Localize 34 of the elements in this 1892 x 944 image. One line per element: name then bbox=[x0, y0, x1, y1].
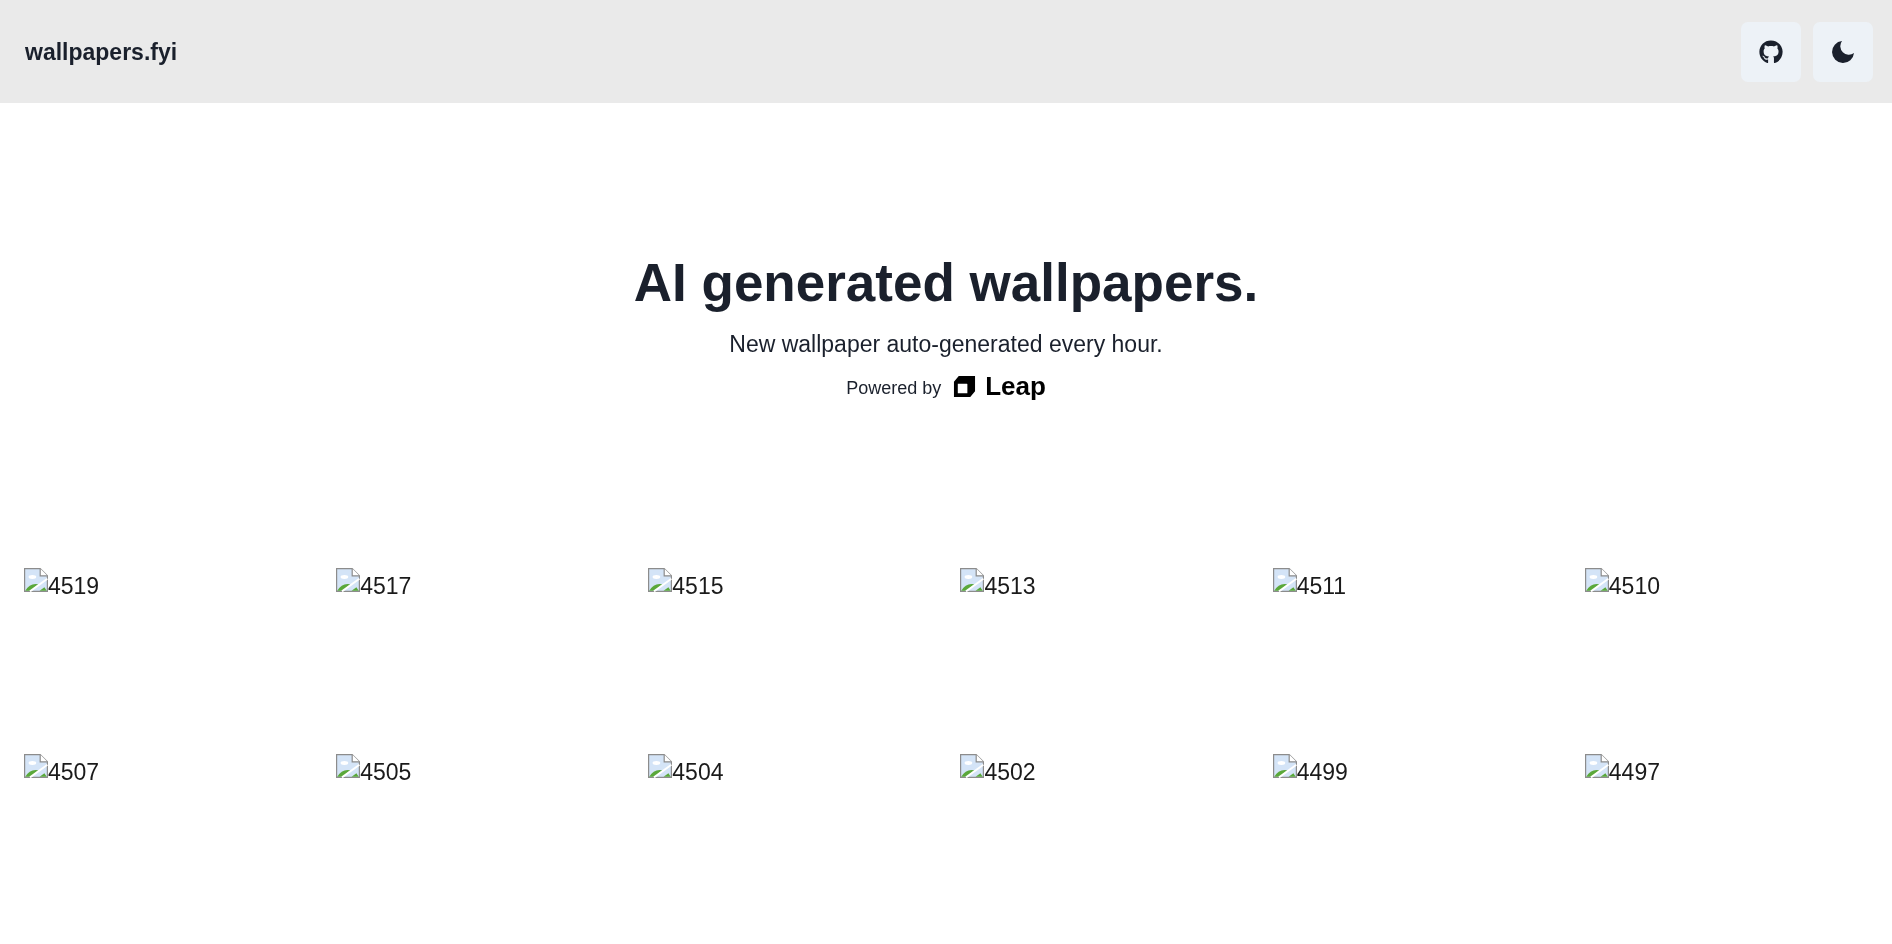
subtitle: New wallpaper auto-generated every hour. bbox=[729, 330, 1163, 359]
broken-image-icon bbox=[336, 568, 361, 592]
broken-image-icon bbox=[1272, 568, 1297, 592]
wallpaper-link[interactable]: 4497 bbox=[1584, 754, 1660, 786]
broken-image-icon bbox=[960, 754, 985, 778]
wallpaper-link[interactable]: 4505 bbox=[336, 754, 412, 786]
wallpaper-link[interactable]: 4510 bbox=[1584, 568, 1660, 600]
broken-image-icon bbox=[336, 754, 361, 778]
broken-image-icon bbox=[960, 568, 985, 592]
broken-image-icon bbox=[648, 568, 673, 592]
broken-image-icon bbox=[1584, 754, 1609, 778]
powered-by-label: Powered by bbox=[846, 377, 942, 399]
wallpaper-link[interactable]: 4502 bbox=[960, 754, 1036, 786]
page-title: AI generated wallpapers. bbox=[633, 252, 1259, 314]
wallpaper-link[interactable]: 4511 bbox=[1272, 568, 1347, 600]
wallpaper-link[interactable]: 4499 bbox=[1272, 754, 1348, 786]
broken-image-icon bbox=[648, 754, 673, 778]
broken-image-icon bbox=[24, 754, 48, 778]
wallpaper-link[interactable]: 4515 bbox=[648, 568, 724, 600]
github-icon bbox=[1759, 39, 1783, 64]
wallpaper-link[interactable]: 4519 bbox=[24, 568, 100, 600]
wallpaper-link[interactable]: 4507 bbox=[24, 754, 100, 786]
moon-icon bbox=[1832, 40, 1854, 63]
github-button[interactable] bbox=[1741, 21, 1801, 82]
broken-image-icon bbox=[1272, 754, 1297, 778]
wallpaper-link[interactable]: 4517 bbox=[336, 568, 412, 600]
brand-link[interactable]: Leap bbox=[953, 371, 1046, 401]
wallpaper-link[interactable]: 4513 bbox=[960, 568, 1036, 600]
wallpaper-link[interactable]: 4504 bbox=[648, 754, 724, 786]
home-link[interactable]: wallpapers.fyi bbox=[25, 37, 178, 66]
logo-icon bbox=[953, 374, 977, 398]
theme-toggle-button[interactable] bbox=[1813, 21, 1873, 82]
broken-image-icon bbox=[1584, 568, 1609, 592]
broken-image-icon bbox=[24, 568, 48, 592]
